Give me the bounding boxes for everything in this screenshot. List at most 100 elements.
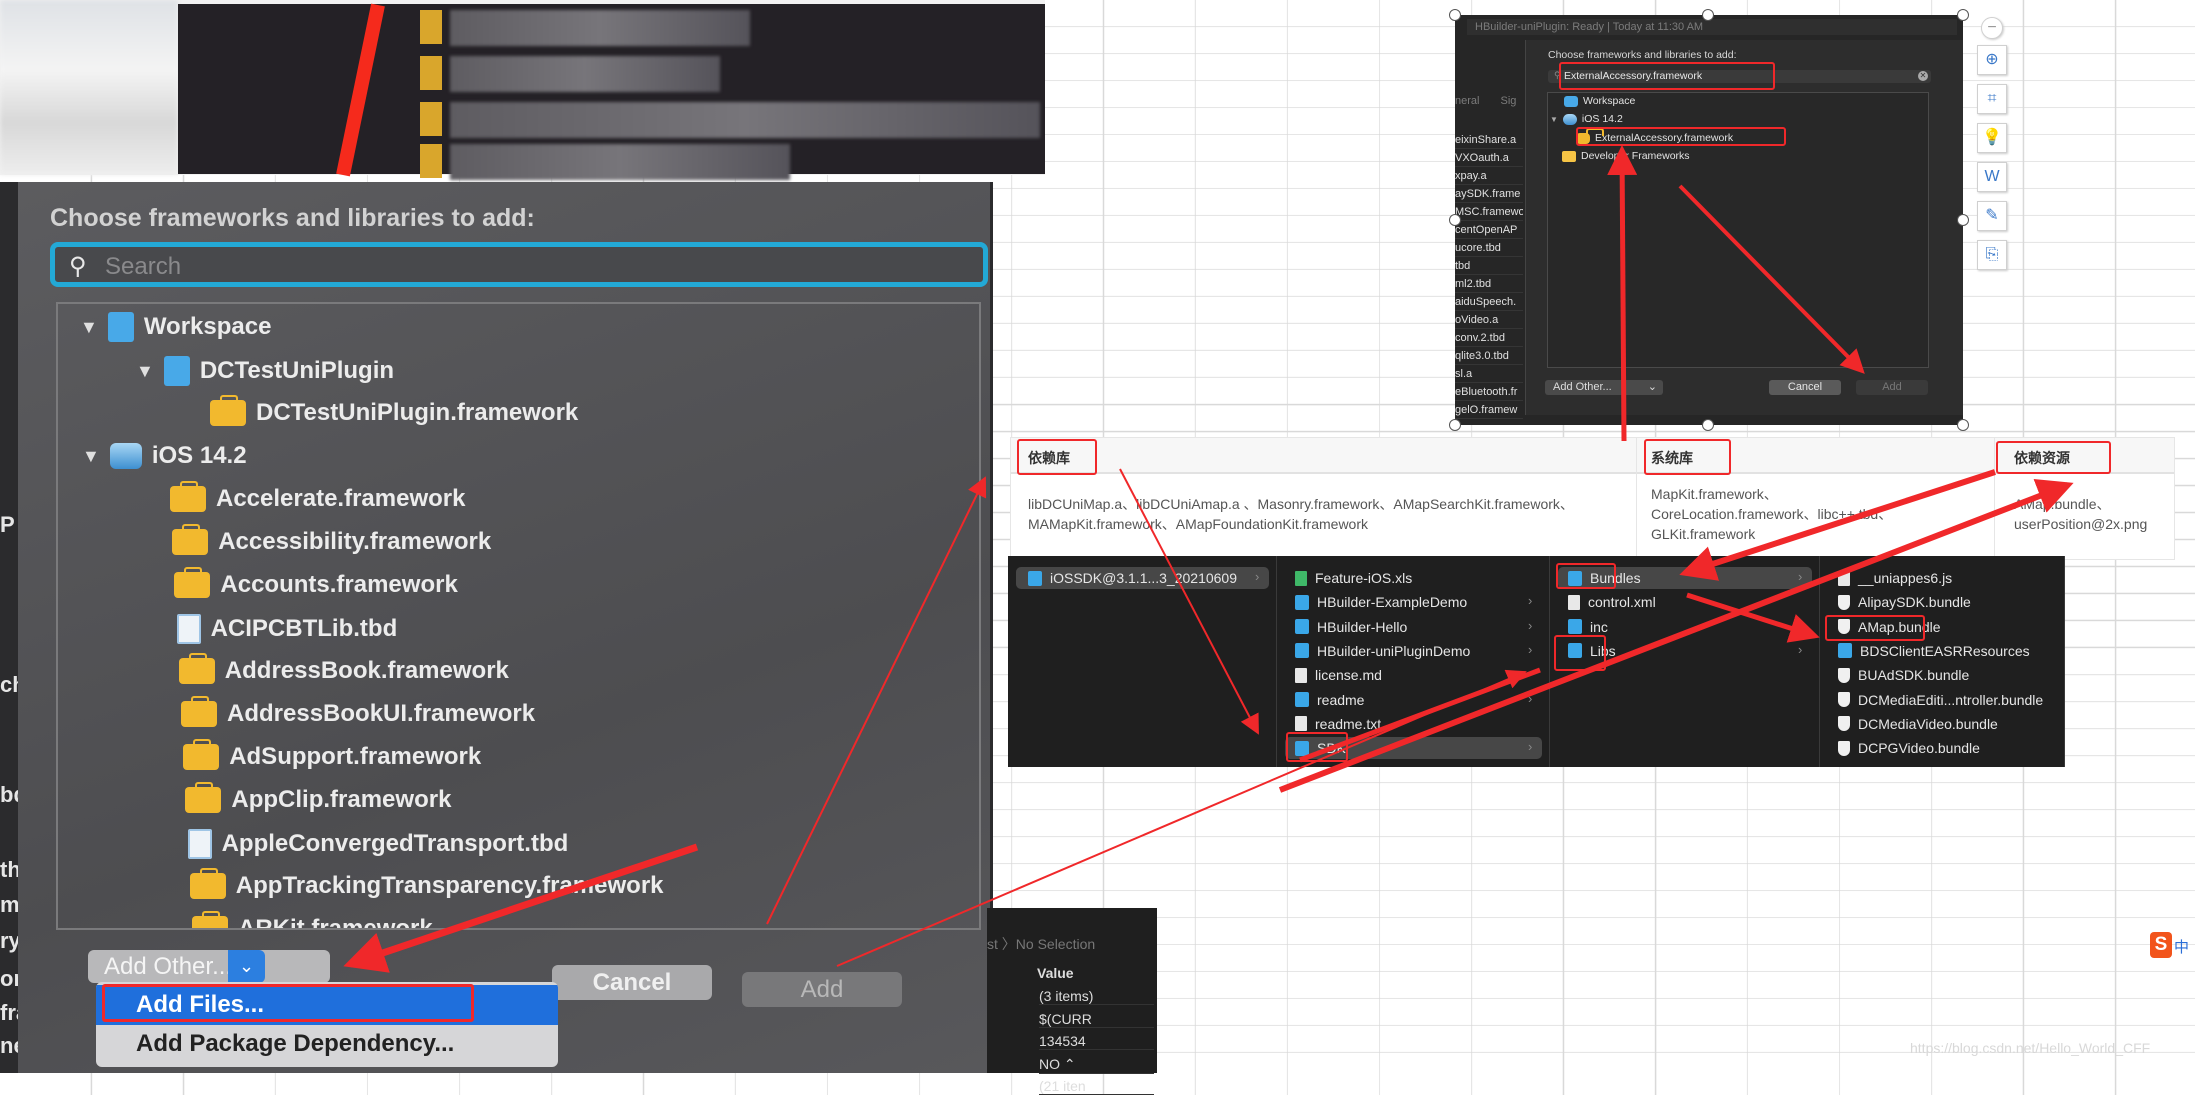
sidebar-item[interactable]: eixinShare.a xyxy=(1455,131,1523,149)
sidebar-item[interactable]: ml2.tbd xyxy=(1455,275,1523,293)
convert-to-word-icon[interactable]: W xyxy=(1977,162,2007,192)
chevron-right-icon: › xyxy=(1798,617,1803,633)
resize-handle[interactable] xyxy=(1449,9,1461,21)
finder-item[interactable]: control.xml xyxy=(1568,591,1656,613)
doc-icon xyxy=(1838,570,1850,586)
add-button[interactable]: Add xyxy=(1856,380,1928,395)
ime-mode-label[interactable]: 中 xyxy=(2174,936,2189,957)
sidebar-item[interactable]: aiduSpeech. xyxy=(1455,293,1523,311)
finder-item[interactable]: __uniappes6.js xyxy=(1838,567,1952,589)
disclosure-triangle-icon[interactable]: ▼ xyxy=(1550,115,1558,124)
folder-icon xyxy=(1562,150,1576,162)
resize-handle[interactable] xyxy=(1957,419,1969,431)
tree-item[interactable]: AppTrackingTransparency.framework xyxy=(189,868,664,900)
disclosure-triangle-icon[interactable]: ▼ xyxy=(80,317,98,338)
finder-column-view: iOSSDK@3.1.1...3_20210609 › Feature-iOS.xl… xyxy=(1008,556,2065,767)
finder-item[interactable]: DCMediaVideo.bundle xyxy=(1838,713,1998,735)
sidebar-item[interactable]: MSC.framewo xyxy=(1455,203,1523,221)
finder-item[interactable]: BUAdSDK.bundle xyxy=(1838,664,1969,686)
resize-handle[interactable] xyxy=(1957,9,1969,21)
tree-item[interactable]: Accelerate.framework xyxy=(170,481,465,513)
tab-general[interactable]: neral xyxy=(1455,95,1479,107)
finder-item[interactable]: license.md xyxy=(1295,664,1382,686)
tree-item[interactable]: Developer Frameworks xyxy=(1562,150,1690,162)
tree-item-label: AddressBook.framework xyxy=(224,657,509,684)
finder-item[interactable]: Feature-iOS.xls xyxy=(1295,567,1412,589)
resize-handle[interactable] xyxy=(1449,419,1461,431)
framework-tree[interactable]: ▼ Workspace ▼ DCTestUniPlugin DCTestUniPlugi… xyxy=(56,302,981,930)
add-other-button[interactable]: Add Other... ⌄ xyxy=(1545,380,1663,395)
add-other-button[interactable]: Add Other... xyxy=(88,950,330,983)
chevron-right-icon: › xyxy=(1528,593,1533,609)
tree-item[interactable]: DCTestUniPlugin.framework xyxy=(210,395,578,427)
edit-icon[interactable]: ✎ xyxy=(1977,201,2007,231)
divider xyxy=(1994,438,1995,561)
sidebar-item[interactable]: gelO.framew xyxy=(1455,401,1523,419)
tree-item[interactable]: ▼ Workspace xyxy=(80,312,271,342)
chevron-right-icon: › xyxy=(1255,569,1260,584)
tree-item[interactable]: ▼ iOS 14.2 xyxy=(1550,113,1623,125)
cancel-button[interactable]: Cancel xyxy=(552,965,712,1000)
framework-icon xyxy=(420,10,442,44)
tab-signing[interactable]: Sig xyxy=(1501,95,1517,107)
tree-item[interactable]: AppClip.framework xyxy=(185,782,452,814)
resize-handle[interactable] xyxy=(1957,214,1969,226)
finder-item[interactable]: HBuilder-Hello xyxy=(1295,616,1407,638)
finder-item[interactable]: readme xyxy=(1295,689,1364,711)
tree-item[interactable]: AddressBook.framework xyxy=(178,653,509,685)
finder-item[interactable]: DCPGVideo.bundle xyxy=(1838,737,1980,759)
sidebar-item[interactable]: centOpenAP xyxy=(1455,221,1523,239)
tree-item[interactable]: ▼ iOS 14.2 xyxy=(82,442,247,470)
zoom-in-icon[interactable]: ⊕ xyxy=(1977,45,2007,75)
sidebar-item[interactable]: conv.2.tbd xyxy=(1455,329,1523,347)
disclosure-triangle-icon[interactable]: ▼ xyxy=(136,361,154,382)
smart-icon[interactable]: 💡 xyxy=(1977,123,2007,153)
sidebar-item[interactable]: eBluetooth.fr xyxy=(1455,383,1523,401)
tree-item[interactable]: Accounts.framework xyxy=(174,567,458,599)
search-input[interactable]: ⚲ Search xyxy=(50,242,988,287)
sidebar-item[interactable]: xpay.a xyxy=(1455,167,1523,185)
sidebar-item[interactable]: aySDK.frame xyxy=(1455,185,1523,203)
blurred-item xyxy=(450,10,750,46)
finder-item[interactable]: HBuilder-uniPluginDemo xyxy=(1295,640,1470,662)
sidebar-item[interactable]: VXOauth.a xyxy=(1455,149,1523,167)
add-button[interactable]: Add xyxy=(742,972,902,1007)
framework-icon xyxy=(170,481,206,512)
bundle-icon xyxy=(1838,667,1850,683)
tree-item[interactable]: ▼ DCTestUniPlugin xyxy=(136,356,394,386)
blurred-screenshot xyxy=(0,0,1045,180)
disclosure-triangle-icon[interactable]: ▼ xyxy=(82,446,100,467)
resize-handle[interactable] xyxy=(1449,214,1461,226)
tree-item[interactable]: ARKit.framework xyxy=(192,911,433,928)
tree-item[interactable]: Accessibility.framework xyxy=(172,524,491,556)
sidebar-item[interactable]: qlite3.0.tbd xyxy=(1455,347,1523,365)
tree-item[interactable]: Workspace xyxy=(1564,95,1635,107)
tree-item-label: AppClip.framework xyxy=(231,786,452,813)
sidebar-item[interactable]: oVideo.a xyxy=(1455,311,1523,329)
extract-icon[interactable]: ⎘ xyxy=(1977,240,2007,270)
cancel-button[interactable]: Cancel xyxy=(1769,380,1841,395)
tree-item[interactable]: AppleConvergedTransport.tbd xyxy=(187,829,568,859)
clear-search-icon[interactable]: ✕ xyxy=(1918,71,1928,81)
framework-icon xyxy=(183,739,220,770)
menu-item-add-package-dependency[interactable]: Add Package Dependency... xyxy=(96,1024,558,1064)
resize-handle[interactable] xyxy=(1702,419,1714,431)
finder-item-label: DCMediaVideo.bundle xyxy=(1858,715,1998,732)
sidebar-item[interactable]: sl.a xyxy=(1455,365,1523,383)
sidebar-item[interactable]: ucore.tbd xyxy=(1455,239,1523,257)
resize-handle[interactable] xyxy=(1702,9,1714,21)
tree-item[interactable]: AddressBookUI.framework xyxy=(181,696,535,728)
finder-item[interactable]: DCMediaEditi...ntroller.bundle xyxy=(1838,689,2043,711)
finder-item[interactable]: AlipaySDK.bundle xyxy=(1838,591,1971,613)
tree-item[interactable]: AdSupport.framework xyxy=(183,739,481,771)
crop-icon[interactable]: ⌗ xyxy=(1977,84,2007,114)
sidebar-item[interactable]: tbd xyxy=(1455,257,1523,275)
finder-item[interactable]: iOSSDK@3.1.1...3_20210609 xyxy=(1028,567,1237,589)
xcode-dialog-screenshot: HBuilder-uniPlugin: Ready | Today at 11:… xyxy=(1455,15,1963,425)
zoom-out-icon[interactable]: − xyxy=(1981,17,2003,39)
finder-item[interactable]: HBuilder-ExampleDemo xyxy=(1295,591,1467,613)
chevron-down-icon[interactable]: ⌄ xyxy=(228,950,265,983)
finder-item[interactable]: BDSClientEASRResources xyxy=(1838,640,2030,662)
tree-item[interactable]: ACIPCBTLib.tbd xyxy=(176,614,397,644)
sogou-ime-icon[interactable]: S xyxy=(2150,932,2172,958)
